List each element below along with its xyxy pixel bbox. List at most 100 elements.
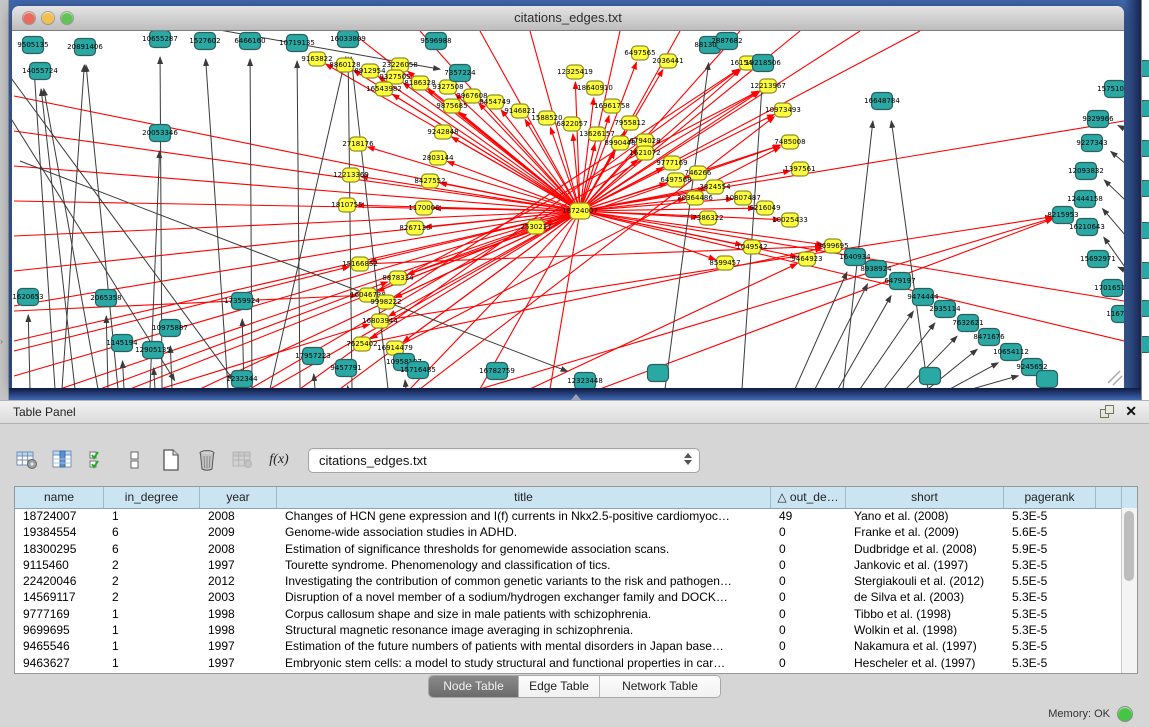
table-cell[interactable]: Structural magnetic resonance image aver… xyxy=(277,622,771,638)
table-cell[interactable]: 5.3E-5 xyxy=(1004,638,1096,654)
table-cell[interactable]: 9465546 xyxy=(15,638,104,654)
table-select-combobox[interactable]: citations_edges.txt xyxy=(308,448,700,473)
network-node[interactable] xyxy=(1141,300,1149,317)
column-header[interactable]: title xyxy=(277,487,771,508)
table-cell[interactable]: 6 xyxy=(104,524,200,540)
window-titlebar[interactable]: citations_edges.txt xyxy=(12,6,1124,31)
collapse-panel-chevron-icon[interactable]: › xyxy=(0,336,3,346)
select-all-icon[interactable] xyxy=(86,447,112,473)
table-row[interactable]: 1872400712008Changes of HCN gene express… xyxy=(15,508,1122,524)
table-cell[interactable]: 14569117 xyxy=(15,589,104,605)
show-column-icon[interactable] xyxy=(50,447,76,473)
table-cell[interactable]: 1 xyxy=(104,622,200,638)
table-cell[interactable]: 1997 xyxy=(200,557,277,573)
unselect-all-icon[interactable] xyxy=(122,447,148,473)
column-header[interactable]: △ out_de… xyxy=(771,487,846,508)
table-row[interactable]: 946362711997Embryonic stem cells: a mode… xyxy=(15,655,1122,671)
table-cell[interactable]: 18300295 xyxy=(15,541,104,557)
column-header[interactable]: in_degree xyxy=(104,487,200,508)
table-cell[interactable]: 1998 xyxy=(200,622,277,638)
table-cell[interactable]: Estimation of significance thresholds fo… xyxy=(277,541,771,557)
delete-table-icon[interactable] xyxy=(194,447,220,473)
table-row[interactable]: 1456911722003Disruption of a novel membe… xyxy=(15,589,1122,605)
table-cell[interactable]: 1 xyxy=(104,655,200,671)
float-panel-icon[interactable] xyxy=(1100,405,1113,418)
close-panel-icon[interactable]: ✕ xyxy=(1125,404,1137,418)
table-row[interactable]: 977716911998Corpus callosum shape and si… xyxy=(15,606,1122,622)
table-cell[interactable]: Hescheler et al. (1997) xyxy=(846,655,1004,671)
network-node[interactable] xyxy=(1037,371,1058,388)
table-cell[interactable]: 2012 xyxy=(200,573,277,589)
table-cell[interactable]: 19384554 xyxy=(15,524,104,540)
table-header-row[interactable]: namein_degreeyeartitle△ out_de…shortpage… xyxy=(15,487,1137,509)
table-cell[interactable]: 0 xyxy=(771,589,846,605)
table-cell[interactable]: Stergiakouli et al. (2012) xyxy=(846,573,1004,589)
network-canvas[interactable]: 1872400791638228860128891295423226058932… xyxy=(12,31,1124,389)
table-cell[interactable]: 2008 xyxy=(200,508,277,524)
network-node[interactable] xyxy=(1141,60,1149,77)
table-cell[interactable]: 2009 xyxy=(200,524,277,540)
table-cell[interactable]: Yano et al. (2008) xyxy=(846,508,1004,524)
network-node[interactable] xyxy=(1141,262,1149,279)
table-cell[interactable]: 5.3E-5 xyxy=(1004,557,1096,573)
table-cell[interactable]: Wolkin et al. (1998) xyxy=(846,622,1004,638)
table-cell[interactable]: Investigating the contribution of common… xyxy=(277,573,771,589)
table-cell[interactable]: 0 xyxy=(771,524,846,540)
split-resize-handle[interactable] xyxy=(571,394,581,400)
table-cell[interactable]: Changes of HCN gene expression and I(f) … xyxy=(277,508,771,524)
table-cell[interactable]: 0 xyxy=(771,557,846,573)
table-cell[interactable]: de Silva et al. (2003) xyxy=(846,589,1004,605)
table-cell[interactable]: Nakamura et al. (1997) xyxy=(846,638,1004,654)
table-cell[interactable]: 5.3E-5 xyxy=(1004,655,1096,671)
table-cell[interactable]: 0 xyxy=(771,573,846,589)
column-header[interactable]: short xyxy=(846,487,1004,508)
network-node[interactable] xyxy=(1141,336,1149,353)
import-table-icon[interactable] xyxy=(230,447,256,473)
table-cell[interactable]: Tibbo et al. (1998) xyxy=(846,606,1004,622)
table-cell[interactable]: 5.6E-5 xyxy=(1004,524,1096,540)
table-cell[interactable]: 5.3E-5 xyxy=(1004,622,1096,638)
table-row[interactable]: 1830029562008Estimation of significance … xyxy=(15,541,1122,557)
table-cell[interactable]: 1997 xyxy=(200,655,277,671)
network-node[interactable] xyxy=(648,365,669,382)
new-table-icon[interactable] xyxy=(158,447,184,473)
table-cell[interactable]: 1 xyxy=(104,606,200,622)
memory-status-indicator[interactable] xyxy=(1117,706,1133,722)
canvas-resize-grip[interactable] xyxy=(1108,371,1122,385)
network-node[interactable] xyxy=(1141,140,1149,157)
table-cell[interactable]: Corpus callosum shape and size in male p… xyxy=(277,606,771,622)
network-view-window[interactable]: citations_edges.txt 18724007916382288601… xyxy=(12,6,1124,388)
tab-network-table[interactable]: Network Table xyxy=(600,676,720,697)
table-row[interactable]: 2242004622012Investigating the contribut… xyxy=(15,573,1122,589)
table-cell[interactable]: 0 xyxy=(771,638,846,654)
table-row[interactable]: 946554611997Estimation of the future num… xyxy=(15,638,1122,654)
table-cell[interactable]: Jankovic et al. (1997) xyxy=(846,557,1004,573)
tab-edge-table[interactable]: Edge Table xyxy=(519,676,600,697)
column-header[interactable]: year xyxy=(200,487,277,508)
table-cell[interactable]: 1 xyxy=(104,508,200,524)
table-cell[interactable]: 5.3E-5 xyxy=(1004,508,1096,524)
table-cell[interactable]: Genome-wide association studies in ADHD. xyxy=(277,524,771,540)
table-cell[interactable]: 2008 xyxy=(200,541,277,557)
table-cell[interactable]: 18724007 xyxy=(15,508,104,524)
table-cell[interactable]: 9463627 xyxy=(15,655,104,671)
table-cell[interactable]: Disruption of a novel member of a sodium… xyxy=(277,589,771,605)
column-header[interactable]: name xyxy=(15,487,104,508)
table-cell[interactable]: 2 xyxy=(104,589,200,605)
network-node[interactable] xyxy=(920,368,941,385)
table-cell[interactable]: 5.3E-5 xyxy=(1004,606,1096,622)
table-cell[interactable]: Franke et al. (2009) xyxy=(846,524,1004,540)
table-row[interactable]: 1938455462009Genome-wide association stu… xyxy=(15,524,1122,540)
column-header[interactable] xyxy=(1096,487,1122,508)
table-cell[interactable]: 5.3E-5 xyxy=(1004,589,1096,605)
tab-node-table[interactable]: Node Table xyxy=(429,676,519,697)
table-cell[interactable]: Estimation of the future numbers of pati… xyxy=(277,638,771,654)
table-cell[interactable]: 0 xyxy=(771,655,846,671)
network-node[interactable] xyxy=(1141,222,1149,239)
table-cell[interactable]: Dudbridge et al. (2008) xyxy=(846,541,1004,557)
table-cell[interactable]: 1998 xyxy=(200,606,277,622)
table-cell[interactable]: Embryonic stem cells: a model to study s… xyxy=(277,655,771,671)
table-row[interactable]: 969969511998Structural magnetic resonanc… xyxy=(15,622,1122,638)
column-header[interactable]: pagerank xyxy=(1004,487,1096,508)
table-cell[interactable]: 2 xyxy=(104,573,200,589)
